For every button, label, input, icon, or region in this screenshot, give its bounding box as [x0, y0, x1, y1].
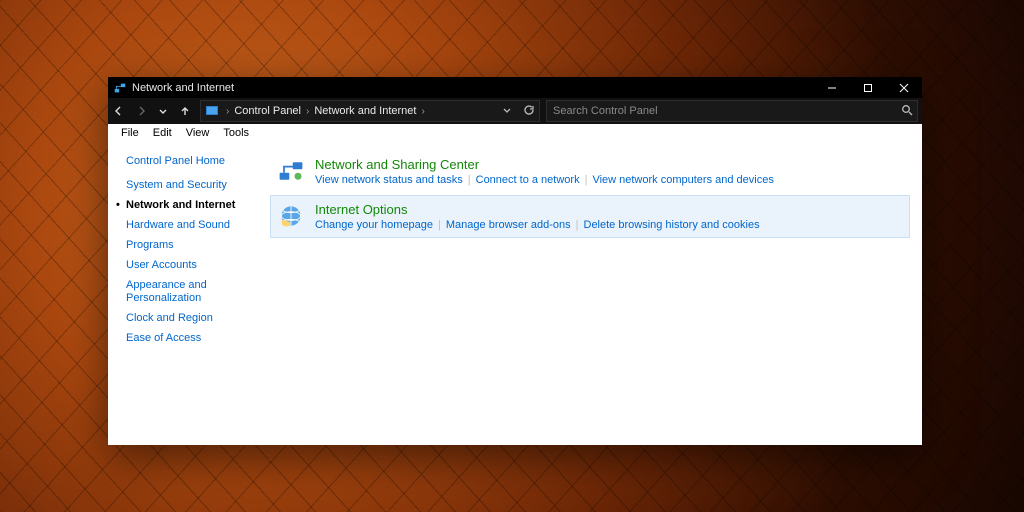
menu-tools[interactable]: Tools: [216, 126, 256, 140]
sidebar-item-network-and-internet[interactable]: Network and Internet: [126, 199, 270, 212]
category-title[interactable]: Network and Sharing Center: [315, 157, 774, 172]
maximize-button[interactable]: [850, 77, 886, 98]
sidebar-item-user-accounts[interactable]: User Accounts: [126, 259, 270, 272]
search-icon[interactable]: [901, 104, 913, 119]
task-link[interactable]: View network computers and devices: [592, 174, 773, 186]
recent-locations-button[interactable]: [152, 99, 174, 123]
sidebar-item-programs[interactable]: Programs: [126, 239, 270, 252]
category-title[interactable]: Internet Options: [315, 202, 760, 217]
internet-options-icon: [277, 202, 305, 230]
network-sharing-icon: [277, 157, 305, 185]
sidebar-item-appearance-and-personalization[interactable]: Appearance and Personalization: [126, 279, 236, 305]
breadcrumb-root[interactable]: Control Panel: [232, 105, 303, 117]
network-icon: [113, 81, 127, 95]
menu-file[interactable]: File: [114, 126, 146, 140]
forward-button[interactable]: [130, 99, 152, 123]
separator: |: [580, 174, 593, 186]
sidebar-item-ease-of-access[interactable]: Ease of Access: [126, 332, 270, 345]
refresh-button[interactable]: [523, 104, 535, 119]
task-link[interactable]: Change your homepage: [315, 219, 433, 231]
up-button[interactable]: [174, 99, 196, 123]
menu-edit[interactable]: Edit: [146, 126, 179, 140]
sidebar-item-clock-and-region[interactable]: Clock and Region: [126, 312, 270, 325]
address-bar[interactable]: › Control Panel › Network and Internet ›: [200, 100, 540, 122]
sidebar-item-system-and-security[interactable]: System and Security: [126, 179, 270, 192]
chevron-right-icon[interactable]: ›: [303, 106, 312, 117]
window-title: Network and Internet: [132, 82, 234, 94]
desktop-wallpaper: Network and Internet › Control Panel › N…: [0, 0, 1024, 512]
search-box[interactable]: [546, 100, 918, 122]
sidebar: Control Panel Home System and Security Ne…: [108, 142, 270, 445]
control-panel-icon: [205, 104, 219, 118]
menu-view[interactable]: View: [179, 126, 217, 140]
back-button[interactable]: [108, 99, 130, 123]
task-link[interactable]: Manage browser add-ons: [446, 219, 571, 231]
breadcrumb-current[interactable]: Network and Internet: [312, 105, 418, 117]
separator: |: [571, 219, 584, 231]
sidebar-item-hardware-and-sound[interactable]: Hardware and Sound: [126, 219, 270, 232]
window-body: Control Panel Home System and SecurityNe…: [108, 142, 922, 445]
address-history-button[interactable]: [501, 104, 513, 119]
task-link[interactable]: View network status and tasks: [315, 174, 463, 186]
sidebar-home[interactable]: Control Panel Home: [126, 155, 270, 167]
category-internet-options[interactable]: Internet OptionsChange your homepage|Man…: [270, 195, 910, 238]
titlebar[interactable]: Network and Internet: [108, 77, 922, 98]
category-tasks: View network status and tasks|Connect to…: [315, 174, 774, 186]
task-link[interactable]: Connect to a network: [476, 174, 580, 186]
separator: |: [463, 174, 476, 186]
close-button[interactable]: [886, 77, 922, 98]
search-input[interactable]: [547, 105, 917, 117]
chevron-right-icon[interactable]: ›: [223, 106, 232, 117]
category-network-and-sharing-center[interactable]: Network and Sharing Center View network s…: [270, 150, 910, 193]
nav-toolbar: › Control Panel › Network and Internet ›: [108, 98, 922, 124]
menu-bar: File Edit View Tools: [108, 124, 922, 142]
content-pane: Network and Sharing Center View network s…: [270, 142, 922, 445]
category-tasks: Change your homepage|Manage browser add-…: [315, 219, 760, 231]
task-link[interactable]: Delete browsing history and cookies: [584, 219, 760, 231]
chevron-right-icon[interactable]: ›: [418, 106, 427, 117]
control-panel-window: Network and Internet › Control Panel › N…: [108, 77, 922, 445]
separator: |: [433, 219, 446, 231]
minimize-button[interactable]: [814, 77, 850, 98]
